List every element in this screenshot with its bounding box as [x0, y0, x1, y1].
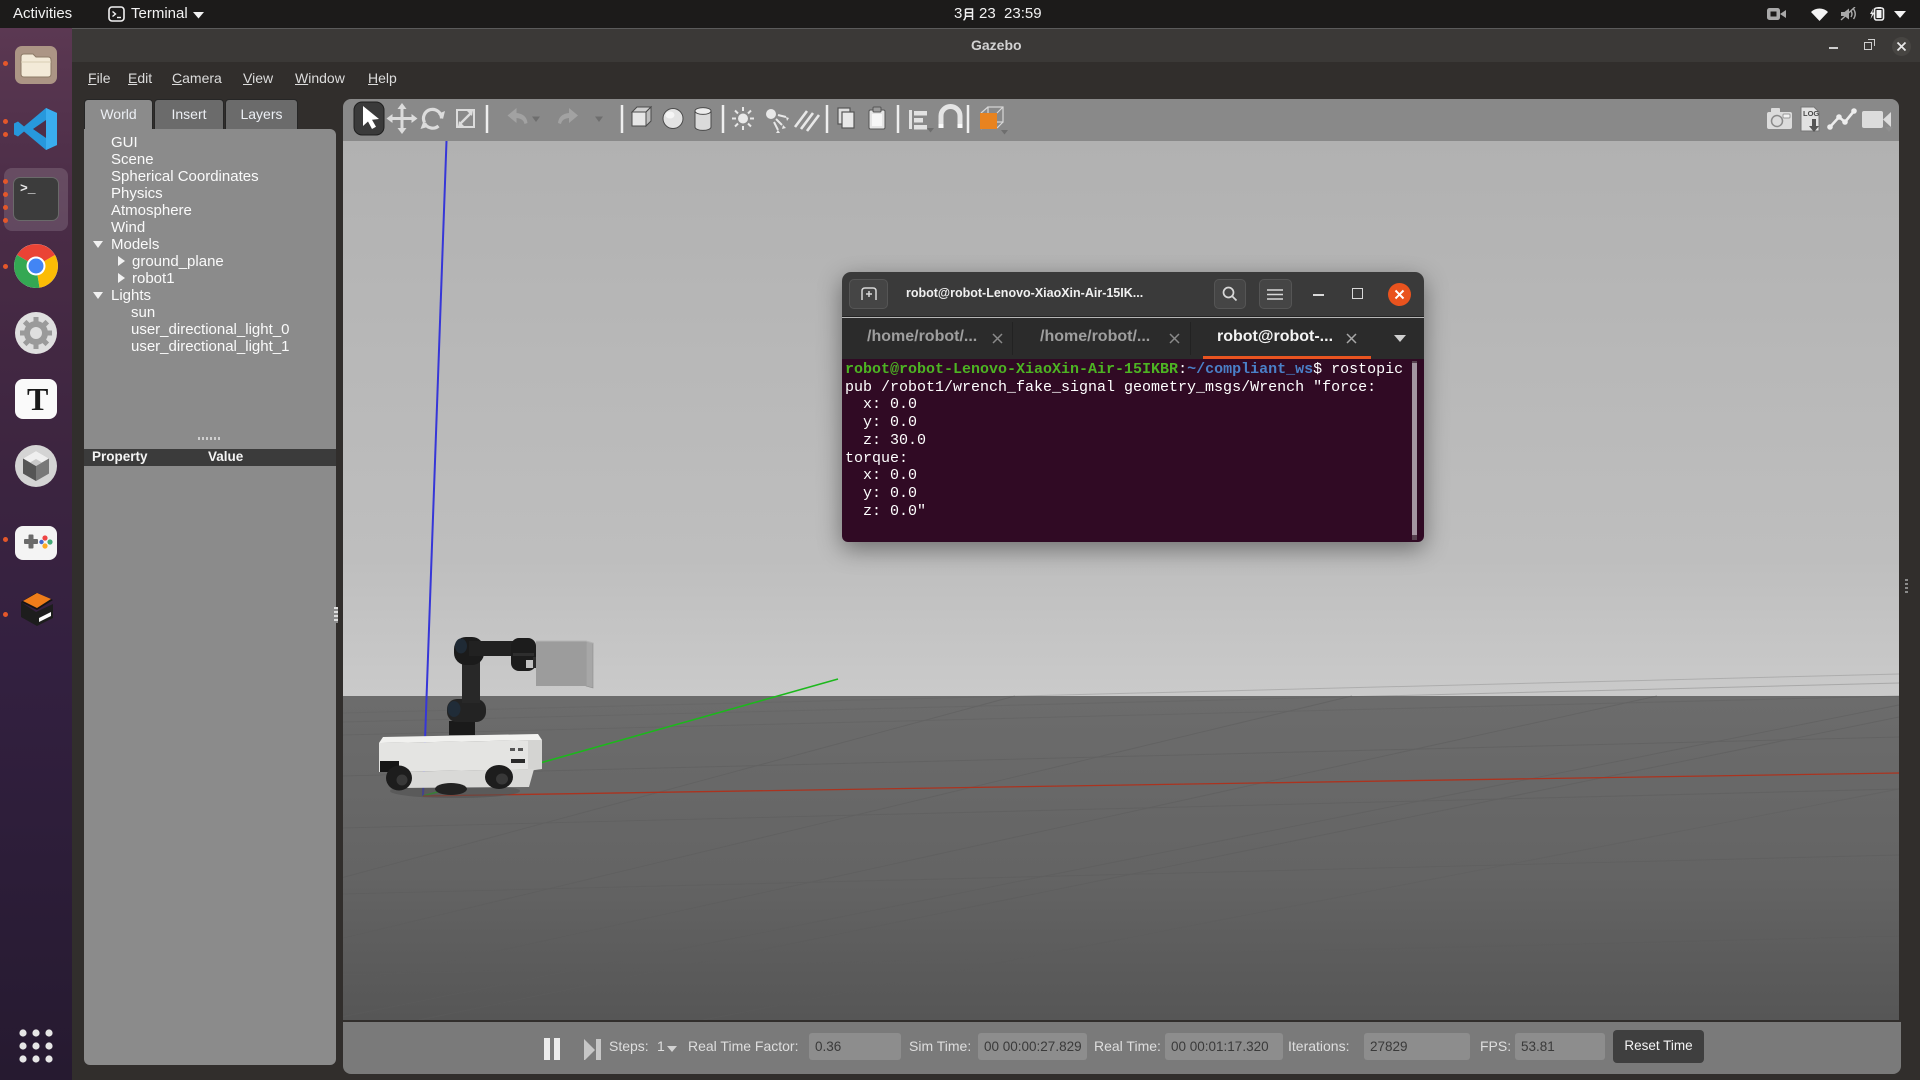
svg-text:LOG: LOG	[1803, 109, 1819, 118]
svg-text:T: T	[27, 381, 48, 417]
